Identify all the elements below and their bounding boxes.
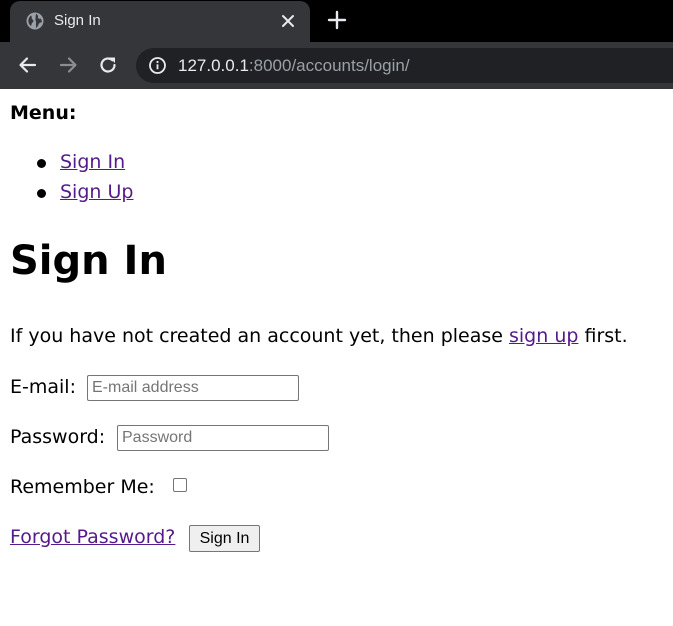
- intro-text: If you have not created an account yet, …: [10, 324, 628, 348]
- tab-title: Sign In: [54, 12, 101, 29]
- page-content: Menu: Sign In Sign Up Sign In If you hav…: [0, 89, 673, 626]
- password-label: Password:: [10, 426, 106, 448]
- forgot-password-link[interactable]: Forgot Password?: [10, 525, 175, 549]
- menu-link-sign-up[interactable]: Sign Up: [60, 180, 133, 204]
- bullet-icon: [37, 159, 46, 168]
- intro-text-before: If you have not created an account yet, …: [10, 325, 509, 347]
- plus-icon[interactable]: [327, 10, 347, 30]
- remember-me-label: Remember Me:: [10, 476, 155, 498]
- browser-tabstrip: Sign In: [0, 0, 673, 42]
- menu-link-sign-in[interactable]: Sign In: [60, 150, 125, 174]
- address-url[interactable]: 127.0.0.1:8000/accounts/login/: [178, 56, 410, 75]
- page-title: Sign In: [10, 238, 167, 284]
- email-field[interactable]: [87, 375, 299, 401]
- email-label: E-mail:: [10, 376, 76, 398]
- bullet-icon: [37, 189, 46, 198]
- remember-me-checkbox[interactable]: [173, 478, 187, 492]
- browser-toolbar: 127.0.0.1:8000/accounts/login/: [0, 42, 673, 89]
- browser-tab[interactable]: Sign In: [10, 1, 310, 42]
- menu-title: Menu:: [10, 102, 77, 124]
- password-field[interactable]: [117, 425, 329, 451]
- globe-icon: [26, 12, 44, 30]
- close-icon[interactable]: [279, 12, 297, 30]
- url-path: :8000/accounts/login/: [248, 56, 410, 75]
- sign-in-button[interactable]: Sign In: [189, 525, 260, 552]
- url-host: 127.0.0.1: [178, 56, 249, 75]
- info-icon[interactable]: [148, 56, 167, 75]
- sign-up-link[interactable]: sign up: [509, 325, 578, 347]
- intro-text-after: first.: [578, 325, 628, 347]
- address-bar[interactable]: 127.0.0.1:8000/accounts/login/: [136, 48, 673, 83]
- back-arrow-icon[interactable]: [17, 54, 39, 76]
- forward-arrow-icon[interactable]: [57, 54, 79, 76]
- reload-icon[interactable]: [97, 54, 119, 76]
